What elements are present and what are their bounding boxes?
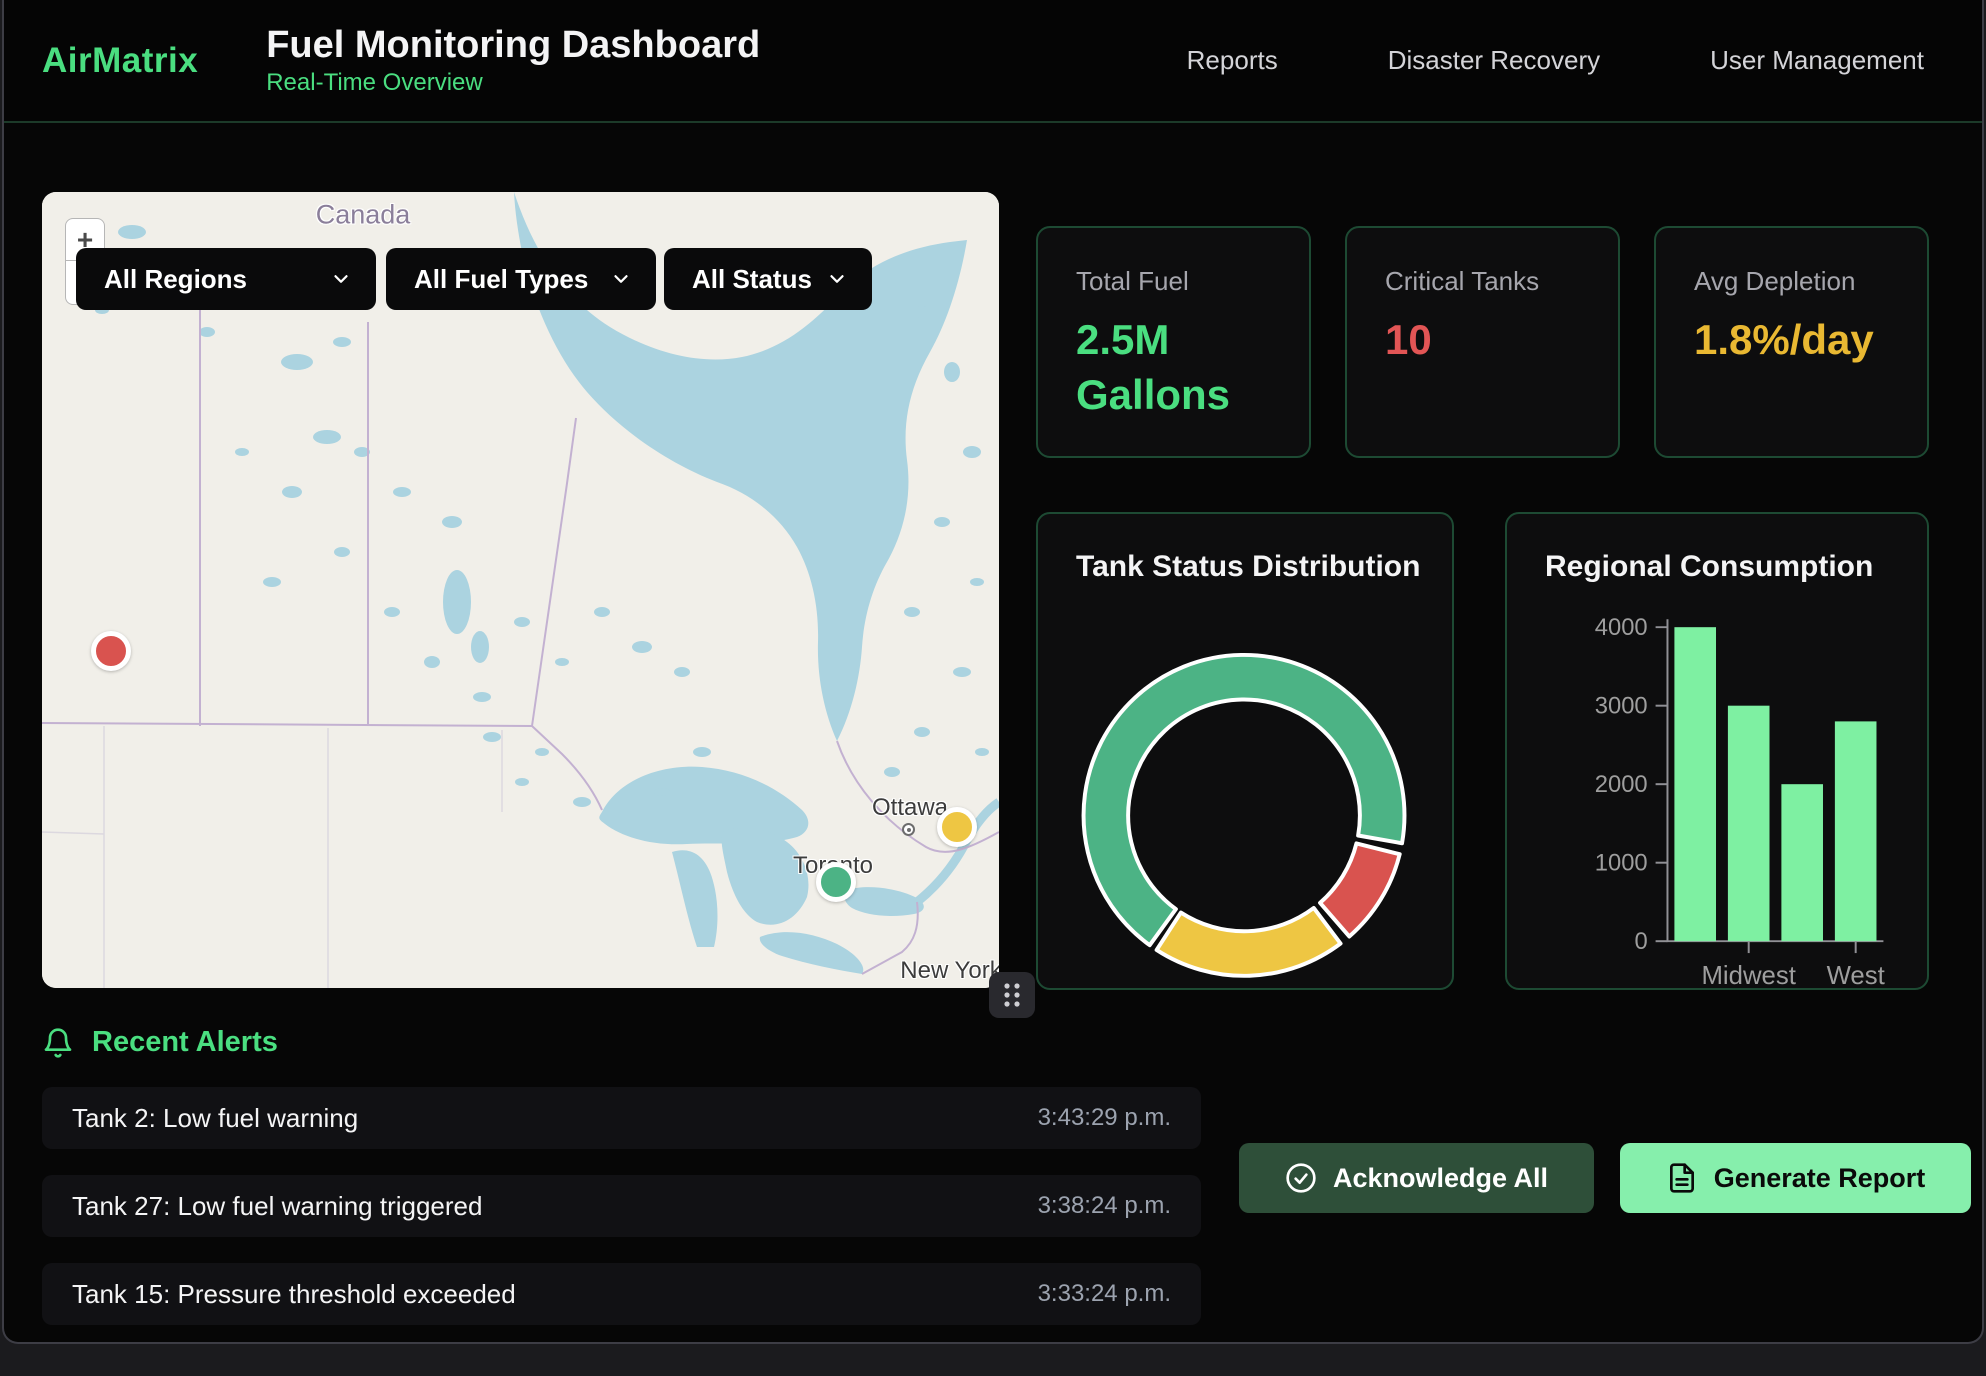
- filter-regions-value: All Regions: [104, 264, 247, 295]
- tank-marker-normal[interactable]: [816, 862, 856, 902]
- acknowledge-all-label: Acknowledge All: [1333, 1163, 1548, 1194]
- alert-row-1[interactable]: Tank 27: Low fuel warning triggered 3:38:…: [42, 1175, 1201, 1237]
- kpi-card-avg-depletion: Avg Depletion 1.8%/​day: [1654, 226, 1929, 458]
- bell-icon: [42, 1027, 74, 1059]
- bar-West: [1835, 721, 1877, 941]
- kpi-value-total-fuel: 2.5M Gallons: [1076, 313, 1271, 422]
- recent-alerts-title: Recent Alerts: [92, 1026, 278, 1059]
- kpi-label-avg-depletion: Avg Depletion: [1694, 266, 1927, 297]
- tank-status-donut-chart: [1038, 514, 1452, 988]
- filter-status[interactable]: All Status: [664, 248, 872, 310]
- acknowledge-all-button[interactable]: Acknowledge All: [1239, 1143, 1594, 1213]
- filter-status-value: All Status: [692, 264, 812, 295]
- y-tick-label: 4000: [1595, 614, 1648, 641]
- alert-row-2[interactable]: Tank 15: Pressure threshold exceeded 3:33…: [42, 1263, 1201, 1325]
- report-document-icon: [1666, 1162, 1698, 1194]
- filter-regions[interactable]: All Regions: [76, 248, 376, 310]
- fuel-monitoring-dashboard: AirMatrix Fuel Monitoring Dashboard Real…: [0, 0, 1986, 1376]
- page-subtitle: Real-Time Overview: [266, 69, 760, 97]
- chevron-down-icon: [330, 268, 352, 290]
- map[interactable]: CanadaOttawaTorontoNew York + − All Regi…: [42, 192, 999, 988]
- map-label-ottawa: Ottawa: [872, 794, 948, 822]
- map-resize-handle[interactable]: [989, 972, 1035, 1018]
- filter-fuel-types-value: All Fuel Types: [414, 264, 588, 295]
- alert-time: 3:33:24 p.m.: [1038, 1280, 1171, 1308]
- bar-Midwest: [1728, 706, 1770, 942]
- y-tick-label: 2000: [1595, 771, 1648, 798]
- recent-alerts-header: Recent Alerts: [42, 1026, 278, 1059]
- page-title: Fuel Monitoring Dashboard: [266, 24, 760, 67]
- kpi-card-critical-tanks: Critical Tanks 10: [1345, 226, 1620, 458]
- kpi-value-critical-tanks: 10: [1385, 313, 1580, 368]
- nav-disaster-recovery[interactable]: Disaster Recovery: [1388, 45, 1600, 76]
- kpi-label-critical-tanks: Critical Tanks: [1385, 266, 1618, 297]
- chevron-down-icon: [610, 268, 632, 290]
- y-tick-label: 0: [1634, 928, 1647, 955]
- generate-report-button[interactable]: Generate Report: [1620, 1143, 1971, 1213]
- main-nav: Reports Disaster Recovery User Management: [1187, 45, 1924, 76]
- tank-marker-warning[interactable]: [937, 807, 977, 847]
- alert-row-0[interactable]: Tank 2: Low fuel warning 3:43:29 p.m.: [42, 1087, 1201, 1149]
- y-tick-label: 1000: [1595, 850, 1648, 877]
- chevron-down-icon: [826, 268, 848, 290]
- kpi-label-total-fuel: Total Fuel: [1076, 266, 1309, 297]
- map-label-canada: Canada: [316, 200, 411, 231]
- alert-text: Tank 15: Pressure threshold exceeded: [72, 1279, 516, 1310]
- bar-region-3: [1781, 784, 1823, 941]
- tank-marker-critical[interactable]: [91, 631, 131, 671]
- x-tick-label-midwest: Midwest: [1701, 962, 1795, 988]
- donut-segment-critical: [1320, 843, 1400, 936]
- kpi-value-avg-depletion: 1.8%/​day: [1694, 313, 1889, 368]
- donut-segment-warning: [1157, 908, 1341, 976]
- ottawa-city-symbol: [902, 823, 915, 836]
- tank-status-card: Tank Status Distribution: [1036, 512, 1454, 990]
- alert-text: Tank 2: Low fuel warning: [72, 1103, 358, 1134]
- filter-fuel-types[interactable]: All Fuel Types: [386, 248, 656, 310]
- alert-text: Tank 27: Low fuel warning triggered: [72, 1191, 482, 1222]
- app-logo: AirMatrix: [42, 41, 198, 81]
- title-block: Fuel Monitoring Dashboard Real-Time Over…: [266, 24, 760, 98]
- app-header: AirMatrix Fuel Monitoring Dashboard Real…: [4, 0, 1982, 123]
- nav-user-management[interactable]: User Management: [1710, 45, 1924, 76]
- x-tick-label-west: West: [1827, 962, 1885, 988]
- alert-list: Tank 2: Low fuel warning3:43:29 p.m.Tank…: [42, 1087, 1201, 1344]
- regional-consumption-card: Regional Consumption 01000200030004000Mi…: [1505, 512, 1929, 990]
- nav-reports[interactable]: Reports: [1187, 45, 1278, 76]
- kpi-row: Total Fuel 2.5M Gallons Critical Tanks 10 Av…: [1036, 226, 1929, 458]
- app-frame: AirMatrix Fuel Monitoring Dashboard Real…: [2, 0, 1984, 1344]
- map-label-new-york: New York: [900, 957, 999, 985]
- bar-region-1: [1674, 627, 1716, 941]
- kpi-card-total-fuel: Total Fuel 2.5M Gallons: [1036, 226, 1311, 458]
- y-tick-label: 3000: [1595, 693, 1648, 720]
- alert-time: 3:38:24 p.m.: [1038, 1192, 1171, 1220]
- drag-dots-icon: [997, 978, 1027, 1012]
- check-circle-icon: [1285, 1162, 1317, 1194]
- regional-consumption-bar-chart: 0 1000 2000 3000 4000 Midwest West: [1507, 514, 1927, 988]
- generate-report-label: Generate Report: [1714, 1163, 1926, 1194]
- alert-time: 3:43:29 p.m.: [1038, 1104, 1171, 1132]
